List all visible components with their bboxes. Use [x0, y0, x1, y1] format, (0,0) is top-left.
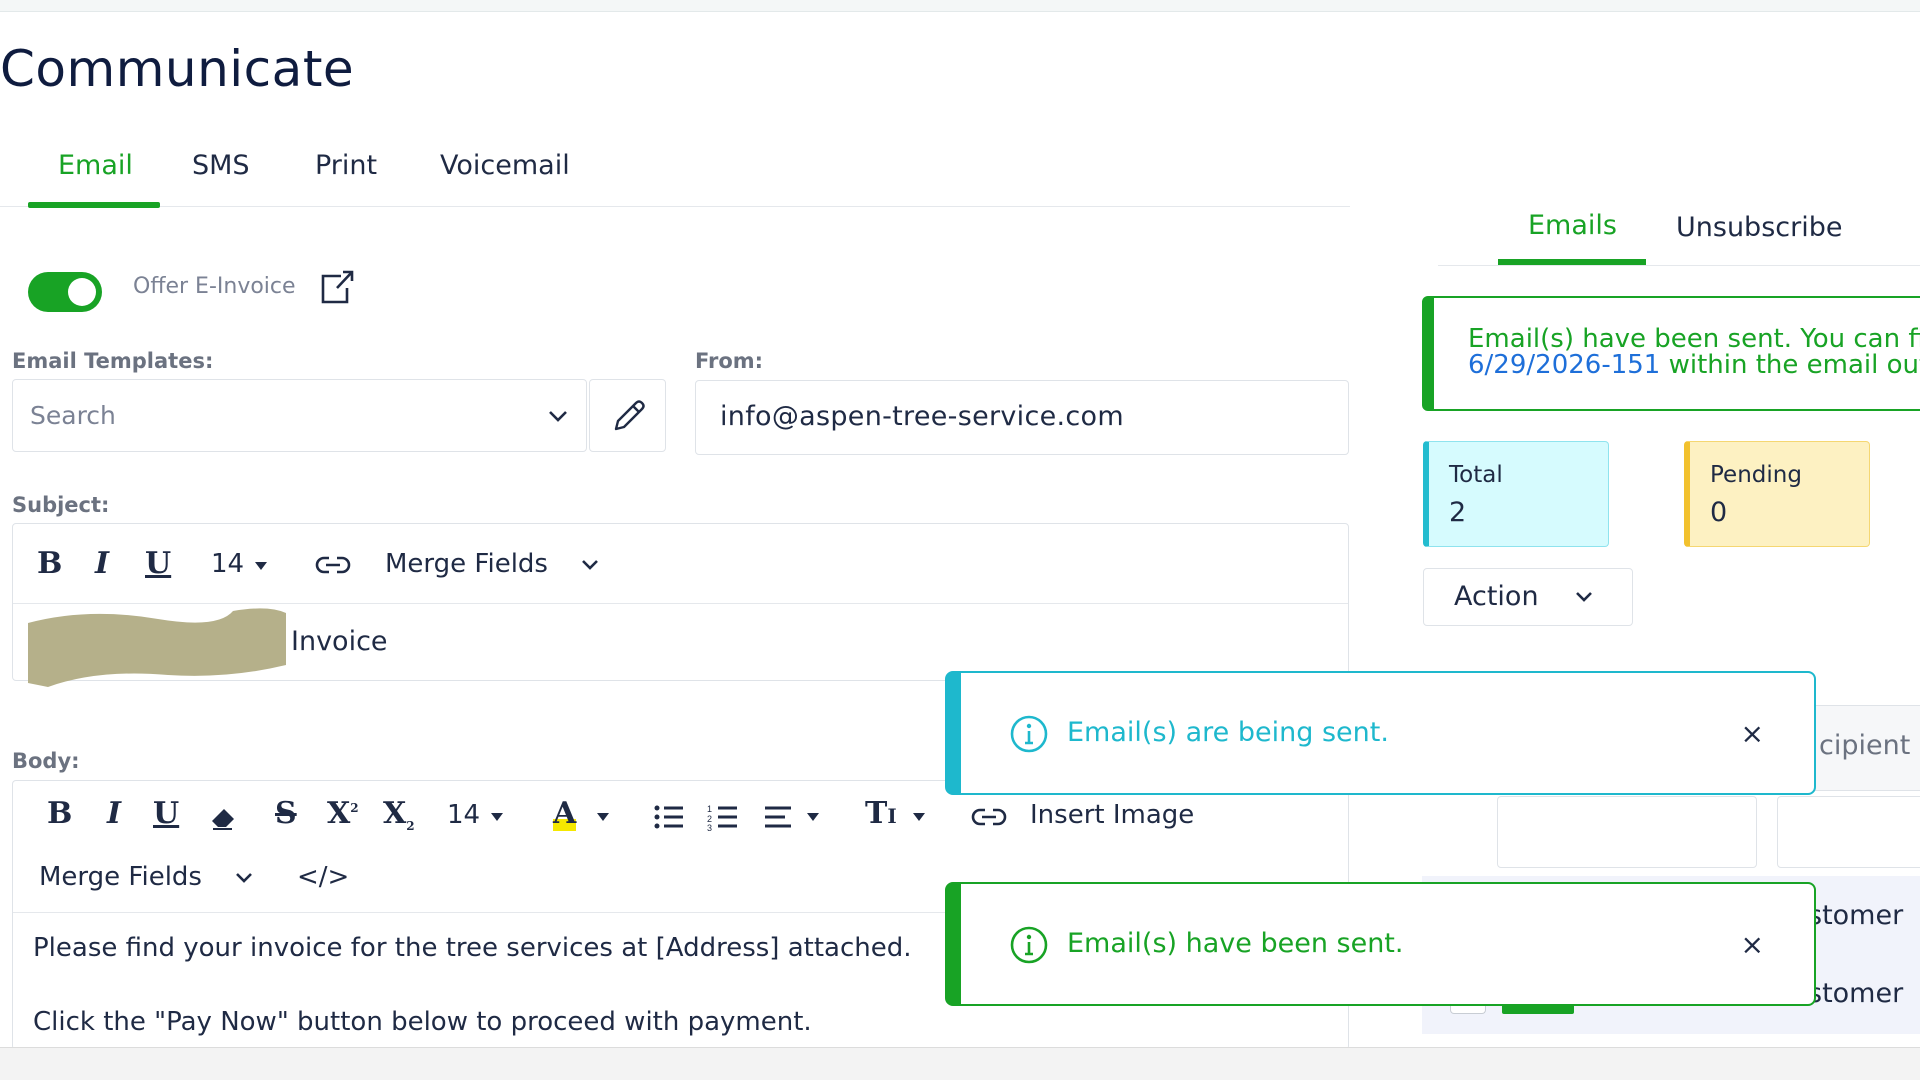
- align-caret-icon: [807, 813, 819, 821]
- recipient-filter-placeholder: cipient ..: [1819, 730, 1920, 761]
- page-title: Communicate: [0, 40, 355, 98]
- font-size-select[interactable]: 14: [211, 549, 244, 579]
- subject-text: Invoice: [291, 626, 388, 657]
- filter-input-2[interactable]: [1777, 796, 1920, 868]
- from-label: From:: [695, 349, 764, 373]
- font-size-caret-icon: [255, 562, 267, 570]
- font-size-caret-icon: [491, 813, 503, 821]
- numbered-list-icon[interactable]: 1 2 3: [707, 803, 739, 831]
- toast-sent: Email(s) have been sent. ×: [945, 882, 1816, 1006]
- total-value: 2: [1449, 497, 1467, 528]
- total-stat-card: Total 2: [1423, 441, 1609, 547]
- body-line-2: Click the "Pay Now" button below to proc…: [33, 1007, 812, 1037]
- toast-sending-message: Email(s) are being sent.: [1067, 717, 1389, 748]
- templates-search-placeholder: Search: [30, 401, 116, 430]
- offer-einvoice-label: Offer E-Invoice: [133, 274, 296, 299]
- close-icon[interactable]: ×: [1741, 928, 1764, 961]
- pending-stat-card: Pending 0: [1684, 441, 1870, 547]
- toast-sent-message: Email(s) have been sent.: [1067, 928, 1404, 959]
- action-dropdown-button[interactable]: Action: [1423, 568, 1633, 626]
- bullet-list-icon[interactable]: [653, 803, 685, 831]
- email-templates-label: Email Templates:: [12, 349, 214, 373]
- link-icon[interactable]: [315, 553, 351, 577]
- svg-text:3: 3: [707, 823, 712, 831]
- banner-line-2: 6/29/2026-151 within the email out: [1468, 350, 1920, 380]
- action-label: Action: [1454, 581, 1539, 612]
- grid-cell-customer-1: stomer: [1808, 900, 1904, 931]
- underline-button[interactable]: U: [145, 546, 171, 581]
- from-field[interactable]: info@aspen-tree-service.com: [695, 380, 1349, 455]
- toast-sending: Email(s) are being sent. ×: [945, 671, 1816, 795]
- subscript-button[interactable]: X2: [383, 796, 415, 833]
- body-label: Body:: [12, 749, 80, 773]
- chevron-down-icon: [582, 560, 598, 570]
- tab-email[interactable]: Email: [58, 150, 133, 181]
- info-icon: [1010, 715, 1048, 753]
- info-icon: [1010, 926, 1048, 964]
- recipient-filter-input[interactable]: cipient ..: [1808, 705, 1920, 791]
- pencil-icon: [614, 400, 645, 431]
- close-icon[interactable]: ×: [1741, 717, 1764, 750]
- top-bar: [0, 0, 1920, 12]
- subject-label: Subject:: [12, 493, 110, 517]
- strikethrough-button[interactable]: S: [275, 796, 297, 831]
- italic-button[interactable]: I: [95, 546, 109, 581]
- insert-image-button[interactable]: Insert Image: [1030, 800, 1194, 830]
- link-icon[interactable]: [971, 805, 1007, 829]
- superscript-button[interactable]: X2: [327, 796, 359, 831]
- text-size-caret-icon: [913, 813, 925, 821]
- align-icon[interactable]: [763, 803, 793, 831]
- active-tab-indicator: [28, 202, 160, 208]
- sent-info-banner: Email(s) have been sent. You can fil 6/2…: [1422, 296, 1920, 411]
- chevron-down-icon: [549, 411, 567, 422]
- highlight-color-button[interactable]: A: [553, 796, 577, 831]
- tab-voicemail[interactable]: Voicemail: [440, 150, 570, 181]
- body-font-size-select[interactable]: 14: [447, 800, 480, 830]
- filter-input-1[interactable]: [1497, 796, 1757, 868]
- chevron-down-icon: [1576, 592, 1592, 602]
- subject-merge-fields-dropdown[interactable]: Merge Fields: [385, 549, 548, 579]
- italic-button[interactable]: I: [107, 796, 121, 831]
- grid-cell-customer-2: stomer: [1808, 978, 1904, 1009]
- subject-toolbar: B I U 14 Merge Fields: [13, 524, 1348, 604]
- active-right-tab-indicator: [1498, 259, 1646, 265]
- text-size-button[interactable]: TI: [865, 796, 897, 831]
- total-label: Total: [1449, 462, 1503, 488]
- chevron-down-icon: [236, 873, 252, 883]
- body-merge-fields-dropdown[interactable]: Merge Fields: [39, 862, 202, 892]
- right-panel-tabs: Emails Unsubscribe: [1438, 196, 1920, 266]
- bold-button[interactable]: B: [47, 796, 72, 831]
- tab-unsubscribe[interactable]: Unsubscribe: [1676, 212, 1842, 243]
- svg-text:1: 1: [707, 804, 712, 814]
- redaction-mark: [28, 608, 286, 687]
- bottom-strip: [0, 1047, 1920, 1080]
- toggle-knob: [68, 278, 96, 306]
- offer-einvoice-toggle[interactable]: [28, 272, 102, 312]
- external-link-icon[interactable]: [315, 268, 355, 308]
- highlight-caret-icon: [597, 813, 609, 821]
- from-value: info@aspen-tree-service.com: [720, 401, 1124, 432]
- email-templates-select[interactable]: Search: [12, 379, 587, 452]
- code-view-button[interactable]: </>: [297, 862, 349, 892]
- banner-line-2-rest: within the email out: [1660, 350, 1920, 380]
- eraser-icon[interactable]: [210, 805, 238, 831]
- tab-emails[interactable]: Emails: [1528, 210, 1617, 241]
- tab-sms[interactable]: SMS: [192, 150, 250, 181]
- batch-link[interactable]: 6/29/2026-151: [1468, 350, 1660, 380]
- body-line-1: Please find your invoice for the tree se…: [33, 933, 912, 963]
- pending-label: Pending: [1710, 462, 1802, 488]
- underline-button[interactable]: U: [153, 796, 179, 831]
- pending-value: 0: [1710, 497, 1728, 528]
- channel-tabs: Email SMS Print Voicemail: [0, 140, 1350, 208]
- bold-button[interactable]: B: [37, 546, 62, 581]
- edit-template-button[interactable]: [589, 379, 666, 452]
- tab-print[interactable]: Print: [315, 150, 377, 181]
